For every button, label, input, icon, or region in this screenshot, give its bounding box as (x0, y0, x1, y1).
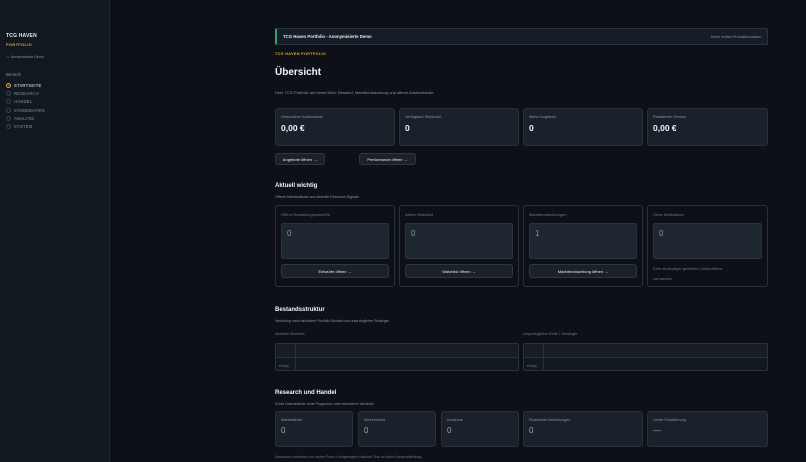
demo-banner: TCG Haven Portfolio - Anonymisierte Demo… (275, 28, 768, 45)
user-label: ☺ Anonymisierte Demo (6, 55, 103, 59)
sidebar-item-label: SYSTEM (14, 124, 33, 130)
open-drafts-button[interactable]: Entwürfe öffnen → (281, 264, 389, 278)
section-title-current: Aktuell wichtig (275, 183, 318, 189)
brand-subtitle: PORTFOLIO (6, 42, 33, 47)
stat-label: Marktstände (281, 418, 302, 422)
panel-label: Aktive Watchlist (405, 212, 434, 217)
stat-label: Kaufzone (447, 418, 464, 422)
section-title-research: Research und Handel (275, 390, 337, 396)
kpi-value: 0 (405, 123, 410, 133)
sidebar-item-analyse[interactable]: ANALYSE (6, 114, 103, 122)
sidebar-item-research[interactable]: RESEARCH (6, 89, 103, 97)
panel-note-line: vorhanden. (653, 276, 674, 281)
kpi-card-cost-basis: Gebundene Kostenbasis 0,00 € (275, 108, 395, 146)
stat-value: 0 (447, 426, 452, 435)
stat-card-buy-zone: Kaufzone 0 (441, 411, 519, 447)
page-intro: Dein TCG-Portfolio auf einen Blick: Best… (275, 90, 435, 95)
open-offers-button[interactable]: Angebote öffnen → (275, 153, 325, 165)
open-performance-button[interactable]: Performance öffnen → (359, 153, 416, 165)
stat-value: 0 (281, 426, 286, 435)
empty-indicator: empty (279, 364, 289, 368)
stat-label: Finalisierte Bestellungen (529, 418, 571, 422)
section-subtitle-research: Echte Datenstände ohne Prognosen oder er… (275, 402, 375, 406)
buckets-table[interactable]: empty (275, 343, 519, 371)
sidebar-item-stammdaten[interactable]: STAMMDATEN (6, 106, 103, 114)
table-header-row (276, 344, 518, 358)
sidebar-nav: STARTSEITE RESEARCH HANDEL STAMMDATEN AN… (6, 81, 103, 131)
radio-icon (6, 82, 11, 88)
open-market-observation-button[interactable]: Marktbeobachtung öffnen → (529, 264, 637, 278)
radio-icon (6, 124, 11, 130)
kpi-label: Realisierter Gewinn (653, 115, 687, 119)
sidebar: TCG HAVEN PORTFOLIO ☺ Anonymisierte Demo… (0, 0, 110, 462)
stat-label: Letzte Finalisierung (653, 418, 686, 422)
panel-value: 0 (281, 223, 389, 259)
panel-note: Kein eindeutiger geführter Zielworkflow … (653, 264, 762, 284)
panel-no-market-data: Ohne Marktdaten 0 Kein eindeutiger gefüh… (647, 205, 768, 287)
page-title: Übersicht (275, 67, 322, 78)
sidebar-item-system[interactable]: SYSTEM (6, 122, 103, 130)
panel-label: Offene Bestellungsentwürfe (281, 212, 331, 217)
panel-label: Ohne Marktdaten (653, 212, 684, 217)
kpi-value: 0,00 € (653, 123, 677, 133)
panel-watchlist: Aktive Watchlist 0 Watchlist öffnen → (399, 205, 519, 287)
banner-title: TCG Haven Portfolio - Anonymisierte Demo (283, 34, 372, 39)
panel-value: 0 (405, 223, 513, 259)
brand-title: TCG HAVEN (6, 33, 37, 39)
radio-icon (6, 90, 11, 96)
panel-label: Marktbeobachtungen (529, 212, 567, 217)
panel-note-line: Kein eindeutiger geführter Zielworkflow (653, 266, 723, 271)
page-kicker: TCG HAVEN PORTFOLIO (275, 52, 326, 56)
panel-draft-orders: Offene Bestellungsentwürfe 0 Entwürfe öf… (275, 205, 395, 287)
nav-section-label: Bereich (6, 72, 21, 77)
table-header-row (524, 344, 767, 358)
open-watchlist-button[interactable]: Watchlist öffnen → (405, 264, 513, 278)
buckets-label: Aktuelle Buckets (275, 331, 305, 336)
sidebar-item-label: ANALYSE (14, 115, 35, 121)
section-subtitle-structure: Verteilung nach aktuellem Portfolio-Buck… (275, 319, 390, 323)
stat-card-finalized-orders: Finalisierte Bestellungen 0 (523, 411, 643, 447)
strategy-label: Ursprüngliche Rolle / Strategie (523, 331, 578, 336)
strategy-table[interactable]: empty (523, 343, 768, 371)
kpi-label: Gebundene Kostenbasis (281, 115, 323, 119)
radio-icon (6, 107, 11, 113)
radio-icon (6, 99, 11, 105)
panel-market-observations: Marktbeobachtungen 1 Marktbeobachtung öf… (523, 205, 643, 287)
kpi-label: Aktive Angebote (529, 115, 557, 119)
stat-value: 0 (529, 426, 534, 435)
sidebar-item-label: RESEARCH (14, 90, 39, 96)
stat-card-last-finalization: Letzte Finalisierung — (647, 411, 768, 447)
user-name: Anonymisierte Demo (10, 55, 44, 59)
stat-label: Screenshots (364, 418, 386, 422)
kpi-card-realized-profit: Realisierter Gewinn 0,00 € (647, 108, 768, 146)
stat-value: 0 (364, 426, 369, 435)
empty-indicator: empty (527, 364, 537, 368)
kpi-card-active-offers: Aktive Angebote 0 (523, 108, 643, 146)
panel-value: 0 (653, 223, 762, 259)
radio-icon (6, 115, 11, 121)
kpi-label: Verfügbare Stückzahl (405, 115, 442, 119)
kpi-value: 0,00 € (281, 123, 305, 133)
kpi-value: 0 (529, 123, 534, 133)
sidebar-item-label: STAMMDATEN (14, 107, 45, 113)
stat-card-screenshots: Screenshots 0 (358, 411, 436, 447)
section-title-structure: Bestandsstruktur (275, 307, 325, 313)
kpi-card-quantity: Verfügbare Stückzahl 0 (399, 108, 519, 146)
sidebar-item-handel[interactable]: HANDEL (6, 98, 103, 106)
stat-card-market-states: Marktstände 0 (275, 411, 353, 447)
banner-note: Keine echten Produktionsdaten (711, 34, 761, 39)
section-subtitle-current: Offene Arbeitsstände und zentrale Resear… (275, 195, 359, 199)
sidebar-item-startseite[interactable]: STARTSEITE (6, 81, 103, 89)
sidebar-item-label: STARTSEITE (14, 82, 42, 88)
panel-value: 1 (529, 223, 637, 259)
sidebar-item-label: HANDEL (14, 99, 33, 105)
research-footnote: Kaufzonen bedeuten nur letzter Floor ≤ f… (275, 455, 423, 459)
stat-value: — (653, 426, 661, 435)
